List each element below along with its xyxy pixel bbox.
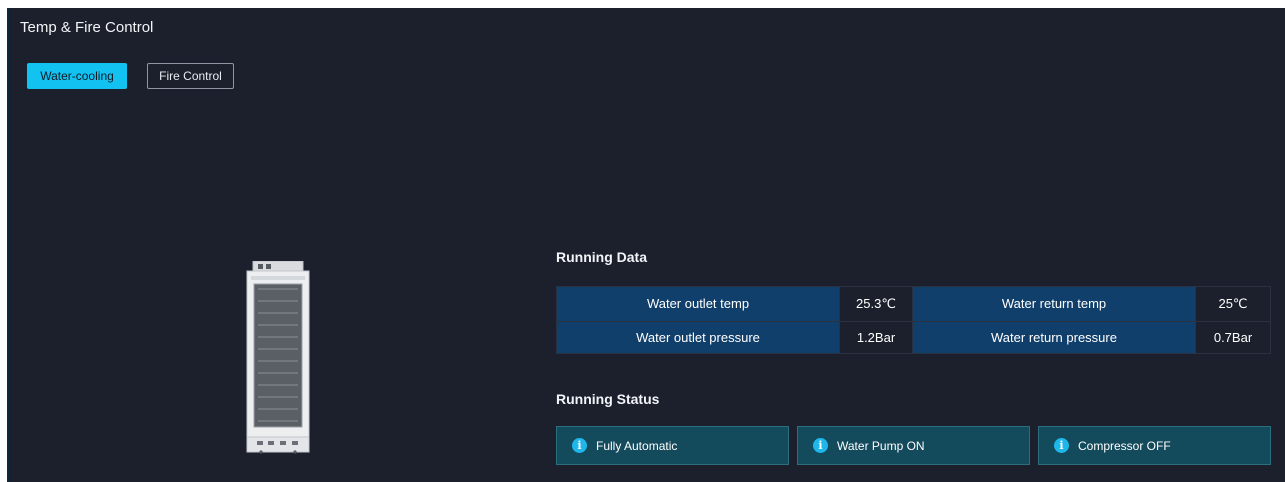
table-row: Water outlet temp 25.3℃ Water return tem…	[556, 286, 1271, 322]
water-outlet-pressure-label: Water outlet pressure	[556, 320, 840, 354]
tab-fire-control[interactable]: Fire Control	[147, 63, 234, 89]
status-water-pump: i Water Pump ON	[797, 426, 1030, 465]
status-label: Fully Automatic	[596, 438, 678, 453]
tab-water-cooling[interactable]: Water-cooling	[27, 63, 127, 89]
water-return-pressure-label: Water return pressure	[912, 320, 1196, 354]
info-icon: i	[572, 438, 587, 453]
water-return-temp-value: 25℃	[1195, 286, 1271, 322]
running-data-title: Running Data	[556, 249, 647, 265]
info-icon: i	[1054, 438, 1069, 453]
status-label: Water Pump ON	[837, 438, 925, 453]
cooling-unit-icon	[246, 261, 310, 454]
running-data-table: Water outlet temp 25.3℃ Water return tem…	[556, 286, 1271, 354]
panel-title: Temp & Fire Control	[20, 19, 154, 36]
temp-fire-control-panel: Temp & Fire Control Water-cooling Fire C…	[7, 8, 1285, 482]
info-icon: i	[813, 438, 828, 453]
status-fully-automatic: i Fully Automatic	[556, 426, 789, 465]
status-label: Compressor OFF	[1078, 438, 1171, 453]
water-outlet-temp-value: 25.3℃	[839, 286, 913, 322]
water-outlet-temp-label: Water outlet temp	[556, 286, 840, 322]
status-compressor: i Compressor OFF	[1038, 426, 1271, 465]
running-status-title: Running Status	[556, 391, 660, 407]
water-return-temp-label: Water return temp	[912, 286, 1196, 322]
table-row: Water outlet pressure 1.2Bar Water retur…	[556, 320, 1271, 354]
water-outlet-pressure-value: 1.2Bar	[839, 320, 913, 354]
water-return-pressure-value: 0.7Bar	[1195, 320, 1271, 354]
